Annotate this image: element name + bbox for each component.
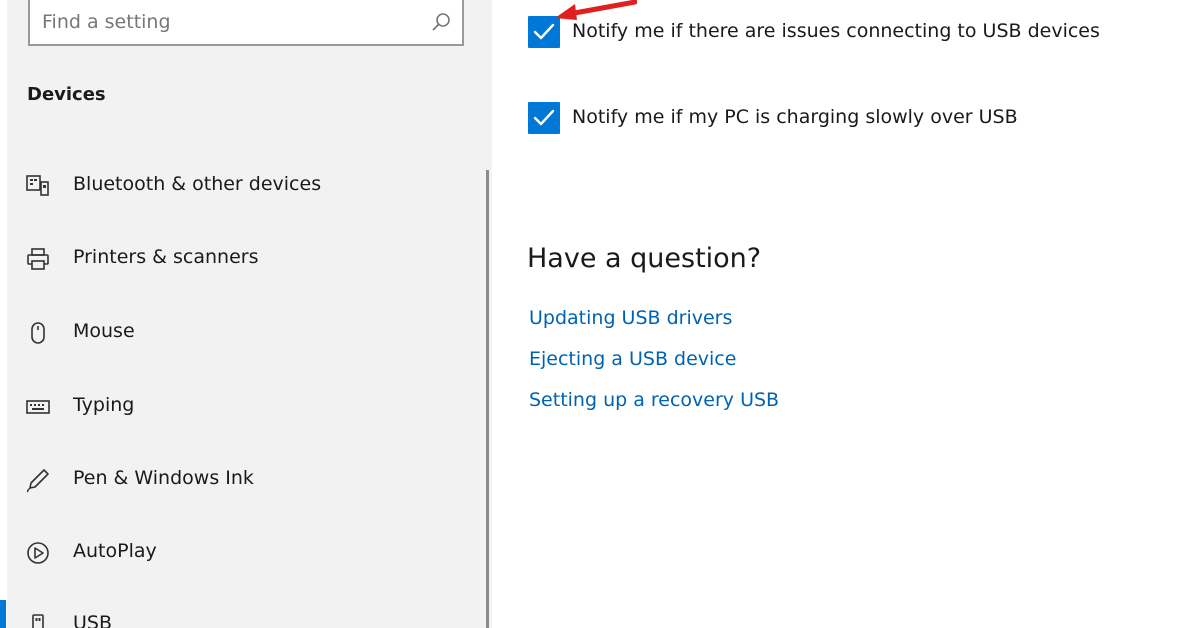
sidebar-item-typing[interactable]: Typing: [7, 382, 477, 430]
sidebar-item-pen[interactable]: Pen & Windows Ink: [7, 455, 477, 503]
search-icon[interactable]: [430, 11, 452, 33]
sidebar-scrollbar[interactable]: [486, 170, 489, 628]
autoplay-icon: [27, 542, 49, 564]
sidebar-item-usb[interactable]: USB: [7, 600, 477, 628]
pen-icon: [26, 469, 49, 493]
mouse-icon: [31, 322, 45, 344]
usb-issues-label: Notify me if there are issues connecting…: [572, 20, 1100, 42]
main-content: Notify me if there are issues connecting…: [492, 0, 1196, 628]
printer-icon: [27, 248, 49, 270]
sidebar-item-label: Mouse: [73, 320, 135, 342]
link-recovery-usb[interactable]: Setting up a recovery USB: [529, 389, 779, 411]
slow-charging-label: Notify me if my PC is charging slowly ov…: [572, 106, 1018, 128]
sidebar-item-autoplay[interactable]: AutoPlay: [7, 528, 477, 576]
slow-charging-checkbox[interactable]: [528, 102, 560, 134]
checkmark-icon: [533, 109, 555, 126]
link-ejecting-usb-device[interactable]: Ejecting a USB device: [529, 348, 736, 370]
sidebar-item-mouse[interactable]: Mouse: [7, 308, 477, 356]
search-box[interactable]: [28, 0, 464, 46]
sidebar-item-label: Pen & Windows Ink: [73, 467, 254, 489]
sidebar-item-printers[interactable]: Printers & scanners: [7, 234, 477, 282]
sidebar-item-bluetooth[interactable]: Bluetooth & other devices: [7, 161, 477, 209]
sidebar-item-label: USB: [73, 612, 113, 628]
sidebar-edge: [0, 0, 7, 628]
selected-indicator: [0, 600, 6, 628]
bluetooth-devices-icon: [26, 175, 49, 196]
sidebar-item-label: AutoPlay: [73, 540, 157, 562]
link-updating-usb-drivers[interactable]: Updating USB drivers: [529, 307, 732, 329]
sidebar-item-label: Bluetooth & other devices: [73, 173, 322, 195]
sidebar-item-label: Printers & scanners: [73, 246, 259, 268]
sidebar: Devices Bluetooth & other devices Printe…: [0, 0, 492, 628]
sidebar-item-label: Typing: [73, 394, 135, 416]
red-arrow-icon: [555, 0, 637, 20]
question-heading: Have a question?: [527, 243, 762, 274]
keyboard-icon: [26, 400, 50, 414]
section-title: Devices: [27, 84, 106, 105]
settings-window: Devices Bluetooth & other devices Printe…: [0, 0, 1196, 628]
checkmark-icon: [533, 23, 555, 40]
usb-icon: [32, 614, 44, 628]
search-input[interactable]: [42, 8, 412, 36]
